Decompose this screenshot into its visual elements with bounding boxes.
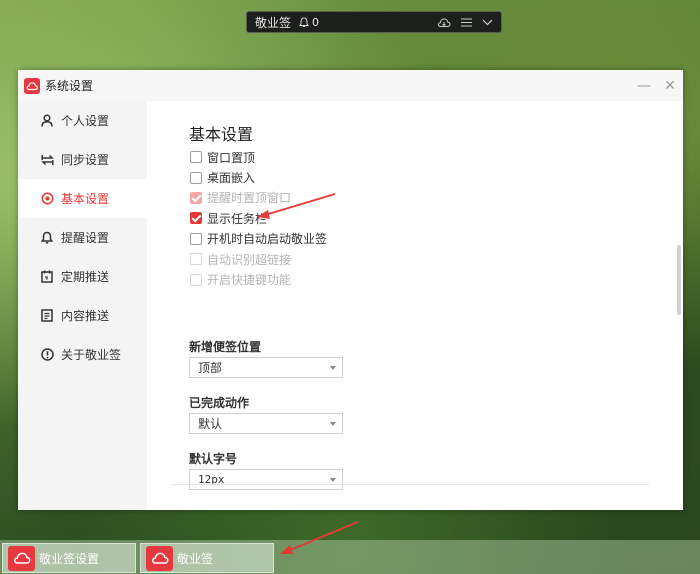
- new-note-position-select[interactable]: 顶部: [189, 357, 343, 378]
- sidebar-item-about[interactable]: 关于敬业签: [18, 335, 147, 374]
- checkbox-window-top[interactable]: 窗口置顶: [190, 147, 327, 167]
- sidebar-item-label: 同步设置: [61, 153, 110, 167]
- checkbox-label: 自动识别超链接: [207, 252, 292, 267]
- settings-sidebar: 个人设置 同步设置 基本设置 提醒设置 定期推送 内容推送 关于敬业签: [18, 101, 147, 510]
- checkbox: [190, 253, 202, 266]
- settings-window: 系统设置 — ✕ 个人设置 同步设置 基本设置 提醒设置 定期推送 内容推送 关…: [18, 70, 683, 510]
- sidebar-item-label: 关于敬业签: [61, 348, 122, 362]
- checkbox: [190, 191, 202, 204]
- checkbox-label: 开启快捷键功能: [207, 273, 292, 288]
- sidebar-item-label: 基本设置: [61, 192, 110, 206]
- checkbox-label: 显示任务栏: [207, 211, 268, 226]
- completed-action-label: 已完成动作: [189, 396, 250, 410]
- chevron-down-icon[interactable]: [482, 19, 493, 26]
- section-title: 基本设置: [189, 125, 254, 144]
- checkbox-desktop-embed[interactable]: 桌面嵌入: [190, 167, 327, 187]
- app-logo-icon: [8, 545, 35, 571]
- menu-icon[interactable]: [461, 18, 472, 27]
- checkbox-label: 开机时自动启动敬业签: [207, 232, 328, 247]
- sidebar-item-reminder[interactable]: 提醒设置: [18, 218, 147, 257]
- bell-icon[interactable]: [299, 16, 309, 28]
- user-icon: [40, 114, 54, 128]
- cloud-sync-icon[interactable]: [437, 17, 451, 28]
- content-scrollbar[interactable]: [677, 245, 681, 315]
- taskbar-item-label: 敬业签设置: [39, 551, 100, 566]
- window-titlebar[interactable]: 系统设置 — ✕: [18, 70, 683, 101]
- taskbar: 敬业签设置 敬业签: [0, 540, 700, 574]
- checkbox[interactable]: [190, 171, 202, 184]
- app-logo-icon: [24, 77, 40, 94]
- sidebar-item-sync[interactable]: 同步设置: [18, 140, 147, 179]
- checkbox[interactable]: [190, 232, 202, 245]
- basic-settings-icon: [40, 192, 54, 206]
- taskbar-item-label: 敬业签: [177, 551, 214, 566]
- floating-note-bar[interactable]: 敬业签 0: [246, 11, 502, 33]
- checkbox: [190, 273, 202, 286]
- sidebar-item-label: 内容推送: [61, 309, 110, 323]
- content-divider: [171, 484, 649, 485]
- new-note-position-label: 新增便签位置: [189, 340, 262, 354]
- sidebar-item-label: 个人设置: [61, 114, 110, 128]
- checkbox-hotkeys: 开启快捷键功能: [190, 269, 327, 289]
- checkbox-label: 桌面嵌入: [207, 171, 256, 186]
- checkbox-list: 窗口置顶 桌面嵌入 提醒时置顶窗口 显示任务栏 开机时自动启动敬业签 自动识别超…: [190, 147, 327, 290]
- default-font-size-select[interactable]: 12px: [189, 469, 343, 490]
- sidebar-item-label: 定期推送: [61, 270, 110, 284]
- minimize-button[interactable]: —: [631, 73, 657, 99]
- chevron-down-icon: [330, 421, 336, 426]
- chevron-down-icon: [330, 365, 336, 370]
- calendar-icon: [40, 270, 54, 284]
- settings-content: 基本设置 窗口置顶 桌面嵌入 提醒时置顶窗口 显示任务栏 开机时自动启动敬业签: [147, 101, 683, 510]
- completed-action-select[interactable]: 默认: [189, 413, 343, 434]
- checkbox-reminder-top: 提醒时置顶窗口: [190, 188, 327, 208]
- checkbox-label: 窗口置顶: [207, 150, 256, 165]
- checkbox-show-taskbar[interactable]: 显示任务栏: [190, 208, 327, 228]
- checkbox-auto-hyperlink: 自动识别超链接: [190, 249, 327, 269]
- sidebar-item-content-push[interactable]: 内容推送: [18, 296, 147, 335]
- checkbox[interactable]: [190, 151, 202, 164]
- note-bar-title: 敬业签: [255, 15, 292, 30]
- sidebar-item-label: 提醒设置: [61, 231, 110, 245]
- select-value: 默认: [198, 417, 223, 431]
- default-font-size-label: 默认字号: [189, 452, 238, 466]
- document-icon: [40, 309, 54, 323]
- checkbox-autostart[interactable]: 开机时自动启动敬业签: [190, 229, 327, 249]
- sync-icon: [40, 153, 54, 167]
- sidebar-item-personal[interactable]: 个人设置: [18, 101, 147, 140]
- window-title: 系统设置: [45, 79, 94, 93]
- taskbar-item-app[interactable]: 敬业签: [140, 543, 274, 573]
- select-value: 顶部: [198, 361, 223, 375]
- bell-icon: [40, 231, 54, 245]
- sidebar-item-basic[interactable]: 基本设置: [18, 179, 147, 218]
- close-button[interactable]: ✕: [657, 73, 683, 99]
- chevron-down-icon: [330, 477, 336, 482]
- reminder-count: 0: [312, 15, 320, 29]
- app-logo-icon: [146, 545, 173, 571]
- sidebar-item-scheduled-push[interactable]: 定期推送: [18, 257, 147, 296]
- taskbar-item-settings[interactable]: 敬业签设置: [2, 543, 136, 573]
- checkbox-label: 提醒时置顶窗口: [207, 191, 292, 206]
- info-icon: [40, 348, 54, 362]
- checkbox[interactable]: [190, 212, 202, 225]
